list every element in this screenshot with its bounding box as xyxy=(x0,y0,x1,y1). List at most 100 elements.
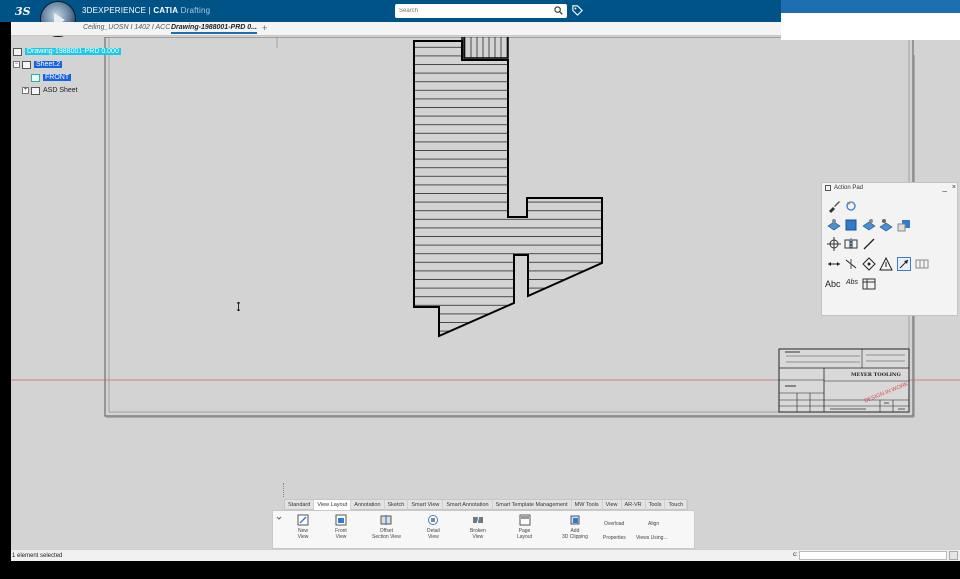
app-label: Drafting xyxy=(180,6,211,15)
asd-sheet-icon xyxy=(31,86,40,95)
search-input[interactable] xyxy=(395,4,545,18)
mouse-cursor-icon xyxy=(236,302,241,311)
tag-icon[interactable] xyxy=(571,4,584,17)
detail-view-button[interactable]: Detail View xyxy=(427,514,440,540)
new-view-icon xyxy=(297,514,309,526)
text-leader-icon[interactable]: Abs xyxy=(846,279,858,286)
close-button[interactable]: × xyxy=(952,184,956,191)
search-icon[interactable] xyxy=(554,6,563,15)
section-view-icon[interactable] xyxy=(844,218,858,232)
offset-section-icon xyxy=(380,515,392,525)
status-text: 1 element selected xyxy=(12,553,63,559)
drawing-sheet xyxy=(11,37,960,418)
chained-dimension-icon[interactable] xyxy=(844,257,858,271)
ribbon-collapse-icon[interactable] xyxy=(276,515,282,521)
dimension-icon[interactable] xyxy=(827,257,841,271)
ribbon-tab-standard[interactable]: Standard xyxy=(285,500,315,510)
ribbon-panel: New View Front View Offset Section View Det… xyxy=(272,510,695,549)
top-bar-extension xyxy=(781,0,960,40)
ribbon-tab-ar-vr[interactable]: AR-VR xyxy=(622,500,646,510)
tab-add-button[interactable]: + xyxy=(262,23,267,33)
clipping-icon xyxy=(570,515,580,525)
sheet-icon xyxy=(22,60,31,69)
ribbon-tab-sketch[interactable]: Sketch xyxy=(385,500,409,510)
coordinate-icon[interactable] xyxy=(862,257,876,271)
svg-text:3S: 3S xyxy=(15,5,31,18)
front-view-button[interactable]: Front View xyxy=(335,514,347,540)
top-bar-accent xyxy=(781,0,960,13)
table-icon[interactable] xyxy=(862,277,876,291)
ribbon-tab-smart-template[interactable]: Smart Template Management xyxy=(493,500,572,510)
properties-button[interactable]: Properties xyxy=(603,535,626,541)
tree-asd-label: ASD Sheet xyxy=(43,87,78,94)
center-point-icon[interactable] xyxy=(827,237,841,251)
ribbon-grip[interactable] xyxy=(283,483,285,497)
clipping-view-icon[interactable] xyxy=(897,218,911,232)
offset-label-2: Section View xyxy=(372,534,401,540)
page-layout-button[interactable]: Page Layout xyxy=(517,514,532,540)
add3d-label-2: 3D Clipping xyxy=(562,534,588,540)
view-icon xyxy=(31,73,40,82)
datum-feature-icon[interactable] xyxy=(879,257,893,271)
command-input[interactable] xyxy=(799,551,947,560)
drawing-icon xyxy=(13,47,22,56)
broken-view-button[interactable]: Broken View xyxy=(470,514,486,540)
new-view-button[interactable]: New View xyxy=(297,514,309,540)
catia-window: MEYER TOOLING DESIGN IN WORK 3S 3DEXPERI… xyxy=(0,0,960,579)
specification-tree: Drawing-1988001-PRD 0.000 − Sheet.2 FRON… xyxy=(11,46,141,106)
add-3d-clipping-button[interactable]: Add 3D Clipping xyxy=(562,514,588,540)
line-icon[interactable] xyxy=(862,237,876,251)
offset-section-view-button[interactable]: Offset Section View xyxy=(372,514,401,540)
action-pad-header[interactable]: Action Pad _ × xyxy=(822,183,959,194)
axis-line-icon[interactable] xyxy=(844,237,858,251)
paintbrush-icon[interactable] xyxy=(827,199,841,213)
tree-item-asd[interactable]: + ASD Sheet xyxy=(22,85,78,96)
ribbon-tab-touch[interactable]: Touch xyxy=(665,500,688,510)
ribbon-tab-view-layout[interactable]: View Layout xyxy=(314,500,352,510)
ribbon-tab-smart-view[interactable]: Smart View xyxy=(408,500,444,510)
overload-button[interactable]: Overload xyxy=(604,521,624,527)
refresh-view-icon[interactable] xyxy=(844,199,858,213)
tree-item-root[interactable]: Drawing-1988001-PRD 0.000 xyxy=(13,46,121,57)
ribbon-tab-bar: Standard View Layout Annotation Sketch S… xyxy=(284,499,689,510)
projection-view-icon[interactable] xyxy=(862,218,876,232)
detail-label-2: View xyxy=(428,534,439,540)
tree-front-label: FRONT xyxy=(43,74,72,81)
action-pad[interactable]: Action Pad _ × Abc Abs xyxy=(821,182,958,316)
page-label-2: Layout xyxy=(517,534,533,540)
text-icon[interactable]: Abc xyxy=(825,279,841,289)
tab-ceiling[interactable]: Ceiling_UOSN I 1402 I ACC xyxy=(83,24,170,31)
ds-logo-icon[interactable]: 3S xyxy=(14,3,34,19)
bottom-edge xyxy=(0,561,960,579)
auxiliary-view-icon[interactable] xyxy=(879,218,893,232)
tolerance-icon[interactable] xyxy=(915,257,929,271)
tree-root-label: Drawing-1988001-PRD 0.000 xyxy=(25,48,121,55)
tree-item-sheet[interactable]: − Sheet.2 xyxy=(13,59,63,70)
app-title: 3DEXPERIENCE | CATIA Drafting xyxy=(82,6,210,15)
tab-drawing[interactable]: Drawing-1988001-PRD 0... xyxy=(171,24,257,34)
drawing-canvas[interactable]: MEYER TOOLING DESIGN IN WORK xyxy=(11,37,960,561)
action-pad-title: Action Pad xyxy=(834,185,864,191)
ribbon-tab-smart-annotation[interactable]: Smart Annotation xyxy=(443,500,493,510)
product-label: CATIA xyxy=(153,6,179,15)
tree-item-front[interactable]: FRONT xyxy=(31,72,72,83)
align-button[interactable]: Align xyxy=(648,521,659,527)
expand-icon[interactable]: + xyxy=(22,87,29,94)
minimize-button[interactable]: _ xyxy=(943,183,947,192)
search-box xyxy=(395,4,567,18)
new-view-label-2: View xyxy=(297,534,309,540)
title-block xyxy=(778,348,910,413)
title-block-company: MEYER TOOLING xyxy=(851,372,901,378)
ribbon-tab-annotation[interactable]: Annotation xyxy=(351,500,385,510)
command-button[interactable] xyxy=(949,551,958,560)
view-from-3d-icon[interactable] xyxy=(827,218,841,232)
ribbon-tab-tools[interactable]: Tools xyxy=(646,500,666,510)
ribbon-tab-view[interactable]: View xyxy=(603,500,622,510)
ribbon-tab-mw-tools[interactable]: MW Tools xyxy=(572,500,603,510)
collapse-icon[interactable]: − xyxy=(13,61,20,68)
leader-arrow-icon[interactable] xyxy=(897,257,911,271)
views-using-button[interactable]: Views Using... xyxy=(636,535,668,541)
document-tab-bar: Ceiling_UOSN I 1402 I ACC Drawing-198800… xyxy=(11,22,781,36)
part-section-view xyxy=(414,41,602,336)
detail-view-icon xyxy=(428,515,439,525)
